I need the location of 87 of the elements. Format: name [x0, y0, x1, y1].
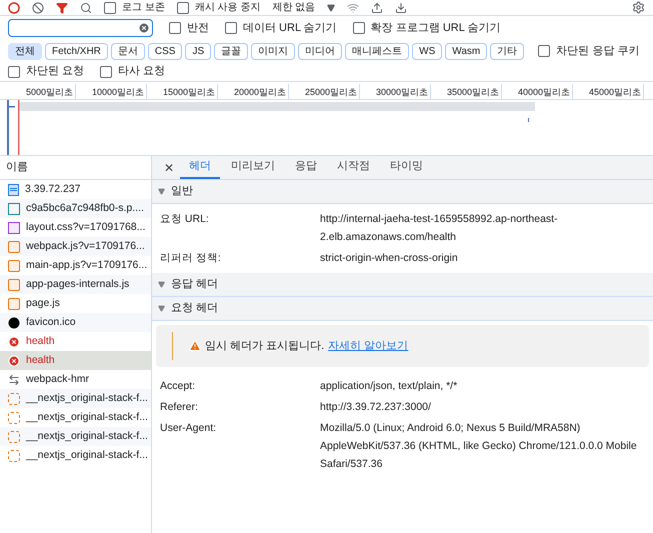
checkbox[interactable] — [100, 66, 112, 78]
filter-icon[interactable] — [56, 2, 68, 14]
details-tab[interactable]: 미리보기 — [222, 156, 284, 179]
checkbox-label: 타사 요청 — [118, 64, 166, 80]
type-filter-chip[interactable]: 이미지 — [251, 42, 296, 60]
section-header[interactable]: 응답 헤더 — [152, 273, 653, 297]
timeline-tick: 40000밀리초 — [502, 84, 573, 99]
search-icon[interactable] — [80, 2, 92, 14]
throttle-dropdown[interactable]: 제한 없음 — [272, 0, 316, 15]
header-name: Accept: — [160, 379, 196, 394]
timeline-tick: 20000밀리초 — [218, 84, 289, 99]
checkbox-label: 확장 프로그램 URL 숨기기 — [370, 20, 500, 36]
request-row[interactable]: webpack.js?v=1709176... — [0, 237, 151, 256]
type-filter-chip[interactable]: 매니페스트 — [345, 42, 410, 60]
timeline-tick: 35000밀리초 — [431, 84, 502, 99]
details-tab[interactable]: 시작점 — [328, 156, 379, 179]
checkbox-label: 데이터 URL 숨기기 — [243, 20, 337, 36]
section-title: 응답 헤더 — [171, 277, 218, 292]
warning-icon — [189, 340, 201, 352]
request-row[interactable]: favicon.ico — [0, 313, 151, 332]
timeline-tick: 15000밀리초 — [147, 84, 218, 99]
checkbox-label: 차단된 요청 — [26, 64, 84, 80]
type-filter-chip[interactable]: 전체 — [8, 42, 42, 60]
type-filter-chip[interactable]: 글꼴 — [214, 42, 248, 60]
timeline-tick: 30000밀리초 — [360, 84, 431, 99]
close-button[interactable]: ✕ — [160, 157, 178, 179]
type-filter-chip[interactable]: 미디어 — [298, 42, 342, 60]
arrows-icon — [8, 374, 20, 386]
record-icon[interactable] — [8, 2, 20, 14]
details-tab[interactable]: 타이밍 — [381, 156, 432, 179]
details-tab[interactable]: 응답 — [286, 156, 326, 179]
request-row[interactable]: __nextjs_original-stack-f... — [0, 389, 151, 408]
expand-arrow-icon[interactable] — [158, 281, 165, 288]
learn-more-link[interactable]: 자세히 알아보기 — [328, 338, 408, 354]
header-name: 요청 URL: — [160, 212, 210, 227]
image-icon — [8, 316, 20, 328]
error-icon — [8, 336, 20, 348]
type-filter-chip[interactable]: JS — [185, 42, 212, 60]
request-row[interactable]: __nextjs_original-stack-f... — [0, 427, 151, 446]
warning-text: 임시 헤더가 표시됩니다. — [205, 338, 324, 354]
checkbox[interactable] — [104, 2, 116, 14]
section-title: 일반 — [171, 184, 193, 200]
checkbox-label: 반전 — [187, 20, 209, 36]
expand-arrow-icon[interactable] — [158, 305, 165, 312]
header-value: strict-origin-when-cross-origin — [320, 251, 459, 266]
expand-arrow-icon[interactable] — [158, 188, 165, 195]
header-name: User-Agent: — [160, 421, 218, 436]
request-row[interactable]: health — [0, 351, 151, 370]
checkbox[interactable] — [176, 2, 189, 14]
upload-icon[interactable] — [371, 2, 384, 14]
checkbox[interactable] — [8, 66, 20, 78]
checkbox[interactable] — [538, 45, 550, 57]
checkbox-label: 로그 보존 — [122, 1, 165, 15]
timeline-tick: 25000밀리초 — [289, 84, 360, 99]
header-name: Referer: — [160, 400, 199, 415]
header-value: application/json, text/plain, */* — [320, 379, 458, 394]
download-icon[interactable] — [395, 2, 408, 14]
type-filter-chip[interactable]: CSS — [148, 42, 182, 60]
section-header[interactable]: 요청 헤더 — [152, 297, 653, 321]
request-row[interactable]: app-pages-internals.js — [0, 275, 151, 294]
header-value: http://3.39.72.237:3000/ — [320, 400, 432, 415]
stylesheet-icon — [8, 222, 20, 234]
type-filter-chip[interactable]: Wasm — [445, 42, 488, 60]
type-filter-chip[interactable]: 문서 — [110, 42, 145, 60]
checkbox-label: 캐시 사용 중지 — [194, 1, 260, 15]
clear-icon[interactable] — [32, 2, 44, 14]
document-icon — [8, 184, 19, 196]
type-filter-chip[interactable]: 기타 — [490, 42, 524, 60]
type-filter-chip[interactable]: WS — [412, 42, 442, 60]
checkbox-label: 차단된 응답 쿠키 — [556, 44, 640, 59]
request-row[interactable]: c9a5bc6a7c948fb0-s.p.... — [0, 199, 151, 218]
checkbox[interactable] — [225, 22, 237, 34]
header-name: 리퍼러 정책: — [160, 251, 222, 266]
checkbox[interactable] — [352, 22, 365, 34]
error-icon — [8, 354, 20, 366]
dropdown-arrow-icon[interactable] — [327, 4, 336, 12]
timeline-tick: 5000밀리초 — [5, 84, 76, 99]
settings-icon[interactable] — [632, 1, 645, 14]
timeline-tick: 45000밀리초 — [573, 84, 644, 99]
filter-field[interactable] — [8, 19, 153, 37]
header-value: Mozilla/5.0 (Linux; Android 6.0; Nexus 5 Build/MRA58N) AppleWebKit/537.36 (KHTML, like Gecko) Chrome/121.0.0.0 Mobile Safari/537.36 — [320, 421, 638, 472]
timeline-tick: 10000밀리초 — [76, 84, 147, 99]
checkbox[interactable] — [169, 22, 181, 34]
type-filter-chip[interactable]: Fetch/XHR — [45, 42, 108, 60]
section-header[interactable]: 일반 — [152, 180, 653, 204]
section-title: 요청 헤더 — [171, 301, 218, 316]
network-conditions-icon[interactable] — [347, 2, 360, 14]
